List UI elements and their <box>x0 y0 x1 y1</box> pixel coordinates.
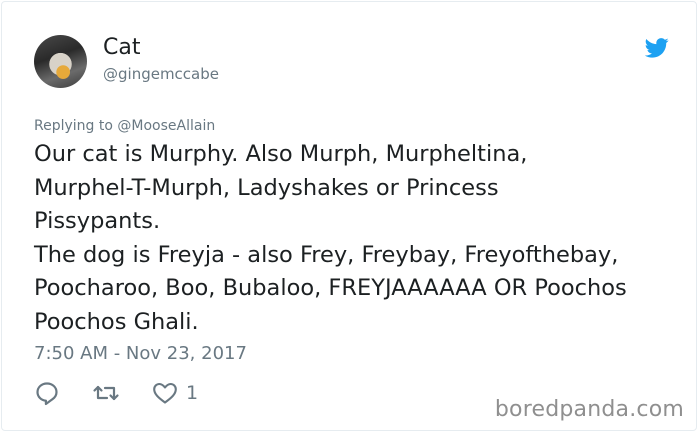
replying-to-label: Replying to <box>34 118 113 134</box>
user-handle[interactable]: @gingemccabe <box>103 64 219 84</box>
avatar[interactable] <box>34 35 87 88</box>
reply-button[interactable] <box>34 380 60 406</box>
reply-to-handle-link[interactable]: @MooseAllain <box>117 118 215 134</box>
tweet-card: Cat @gingemccabe Replying to @MooseAllai… <box>1 1 697 431</box>
tweet-timestamp[interactable]: 7:50 AM - Nov 23, 2017 <box>34 342 247 366</box>
display-name[interactable]: Cat <box>103 34 140 62</box>
tweet-actions: 1 <box>34 379 230 407</box>
retweet-button[interactable] <box>92 380 120 406</box>
retweet-icon <box>93 385 119 401</box>
watermark: boredpanda.com <box>494 397 684 422</box>
like-count: 1 <box>186 382 199 404</box>
twitter-bird-icon[interactable] <box>645 37 669 59</box>
like-button[interactable]: 1 <box>152 381 198 405</box>
replying-to-line: Replying to @MooseAllain <box>34 117 215 135</box>
tweet-text: Our cat is Murphy. Also Murph, Murphelti… <box>34 141 627 335</box>
reply-icon <box>36 382 58 406</box>
heart-icon <box>153 382 177 404</box>
